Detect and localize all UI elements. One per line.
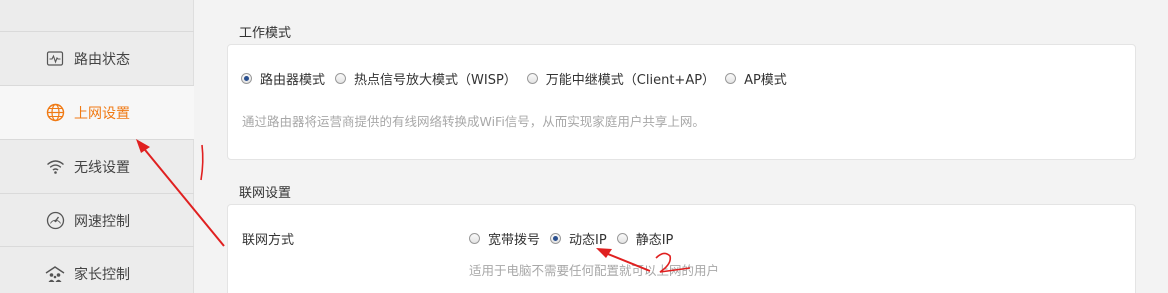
network-settings-title: 联网设置 — [239, 186, 292, 201]
sidebar-item-label: 网速控制 — [74, 213, 130, 230]
radio-unchecked[interactable] — [335, 73, 347, 84]
option-label: 静态IP — [635, 233, 674, 248]
connection-option-pppoe[interactable]: 宽带拨号 — [469, 229, 540, 248]
connection-option-dynamic-ip[interactable]: 动态IP — [550, 229, 607, 248]
option-label: 宽带拨号 — [488, 233, 541, 248]
wifi-icon — [45, 157, 65, 177]
sidebar-item-parental-control[interactable]: 家长控制 — [0, 246, 194, 293]
speedometer-icon — [45, 211, 65, 231]
sidebar-item-label: 路由状态 — [74, 51, 130, 68]
option-label: 路由器模式 — [260, 73, 326, 88]
monitor-icon — [45, 49, 65, 69]
sidebar-item-label: 家长控制 — [74, 266, 130, 283]
radio-unchecked[interactable] — [616, 233, 628, 244]
family-icon — [45, 264, 65, 284]
sidebar-item-router-status[interactable]: 路由状态 — [0, 31, 194, 85]
radio-checked[interactable] — [550, 233, 562, 244]
work-mode-card — [227, 44, 1136, 160]
option-label: 动态IP — [569, 233, 607, 248]
radio-unchecked[interactable] — [526, 73, 538, 84]
option-label: 万能中继模式（Client+AP） — [545, 73, 716, 88]
option-label: 热点信号放大模式（WISP） — [354, 73, 517, 88]
radio-checked[interactable] — [241, 73, 252, 84]
connection-option-static-ip[interactable]: 静态IP — [616, 229, 674, 248]
radio-unchecked[interactable] — [725, 73, 737, 84]
connection-type-description: 适用于电脑不需要任何配置就可以上网的用户 — [469, 263, 720, 278]
work-mode-option-ap[interactable]: AP模式 — [725, 69, 787, 88]
option-label: AP模式 — [744, 73, 787, 88]
work-mode-option-client-ap[interactable]: 万能中继模式（Client+AP） — [526, 69, 716, 88]
sidebar-item-label: 上网设置 — [74, 105, 130, 122]
connection-type-radio-group: 宽带拨号 动态IP 静态IP — [469, 229, 683, 248]
sidebar-item-internet-settings[interactable]: 上网设置 — [0, 85, 194, 139]
work-mode-option-wisp[interactable]: 热点信号放大模式（WISP） — [335, 69, 517, 88]
sidebar-item-speed-control[interactable]: 网速控制 — [0, 193, 194, 247]
sidebar: 路由状态 上网设置 无线设置 网速控制 家长控制 — [0, 0, 194, 293]
work-mode-option-router[interactable]: 路由器模式 — [241, 69, 325, 88]
globe-icon — [45, 103, 65, 123]
sidebar-item-label: 无线设置 — [74, 159, 130, 176]
radio-unchecked[interactable] — [469, 233, 480, 244]
work-mode-title: 工作模式 — [239, 26, 292, 41]
connection-type-label: 联网方式 — [242, 233, 295, 248]
network-settings-card — [227, 204, 1136, 293]
work-mode-description: 通过路由器将运营商提供的有线网络转换成WiFi信号，从而实现家庭用户共享上网。 — [242, 114, 705, 129]
annotation-mark-one — [200, 144, 204, 181]
sidebar-item-wireless-settings[interactable]: 无线设置 — [0, 139, 194, 193]
work-mode-radio-group: 路由器模式 热点信号放大模式（WISP） 万能中继模式（Client+AP） A… — [241, 69, 797, 88]
